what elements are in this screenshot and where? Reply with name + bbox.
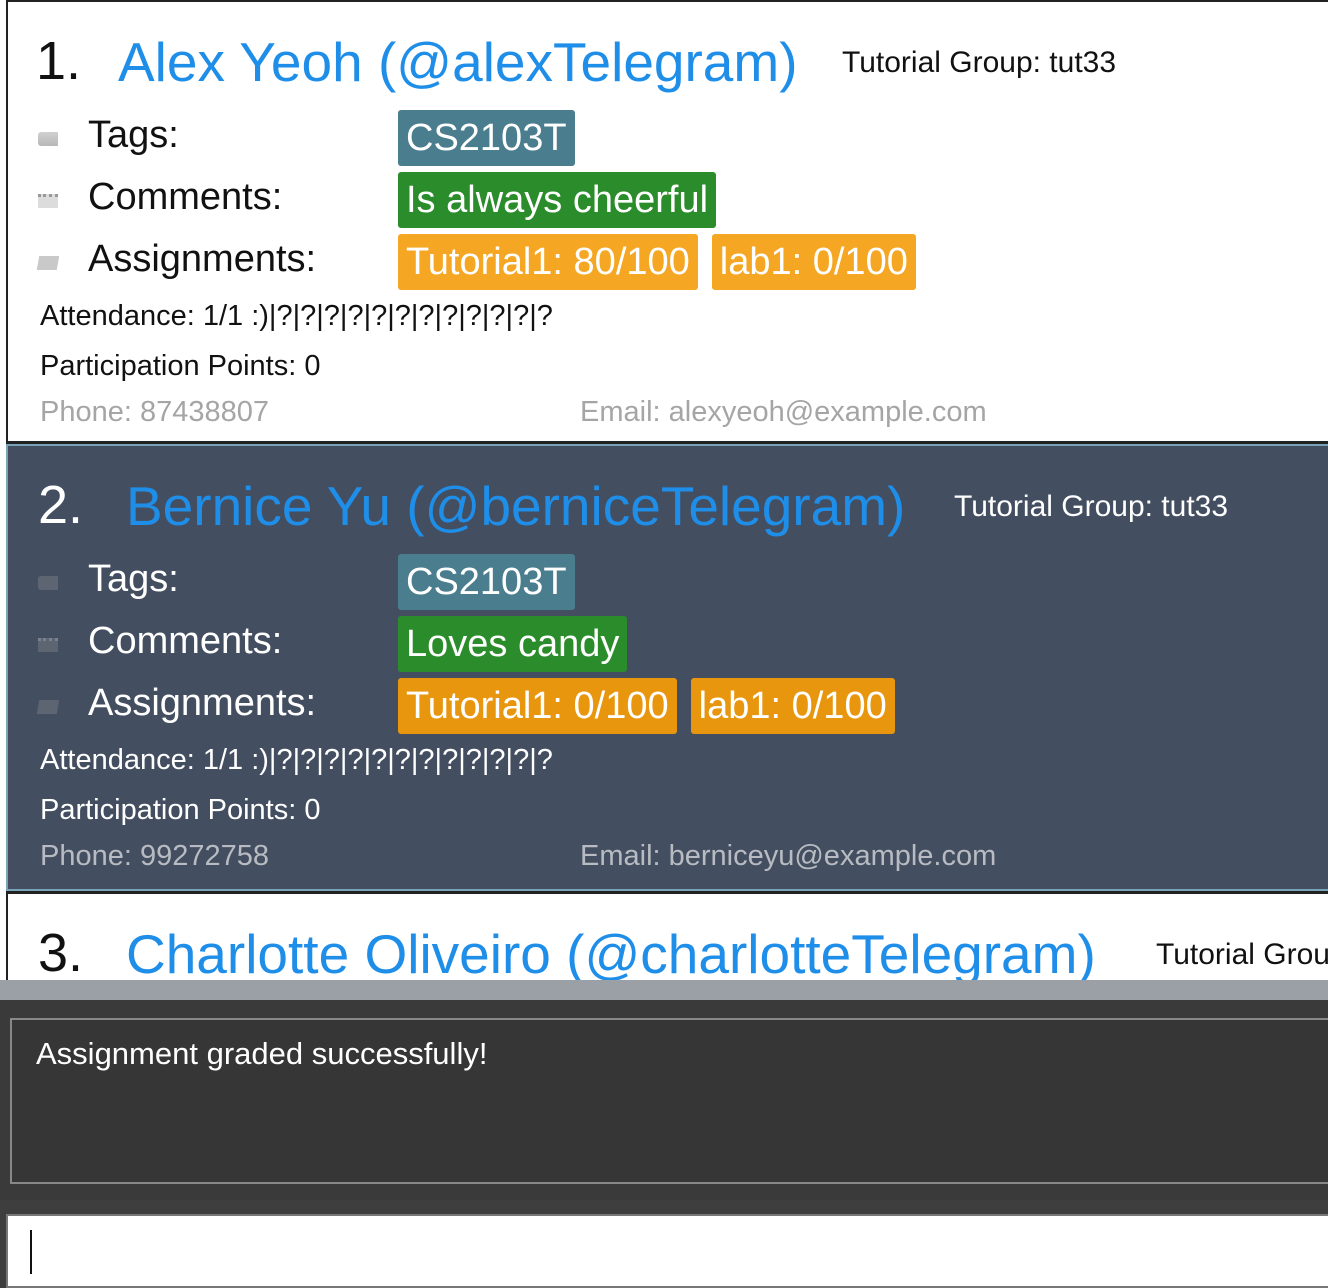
tag-chip: CS2103T	[398, 554, 575, 610]
person-name: Alex Yeoh (@alexTelegram)	[118, 31, 798, 93]
result-display: Assignment graded successfully!	[10, 1018, 1328, 1184]
assignment-chip: lab1: 0/100	[690, 678, 895, 734]
pencil-icon	[36, 700, 60, 714]
notepad-icon	[38, 638, 58, 652]
result-display-panel: Assignment graded successfully!	[0, 1000, 1328, 1200]
comments-label: Comments:	[88, 176, 283, 218]
tags-label: Tags:	[88, 114, 179, 156]
participation-text: Participation Points: 0	[40, 794, 321, 826]
person-name: Bernice Yu (@berniceTelegram)	[126, 475, 906, 537]
participation-text: Participation Points: 0	[40, 350, 321, 382]
tutorial-group: Tutorial Group: tut33	[842, 46, 1117, 79]
email-text: Email: alexyeoh@example.com	[580, 396, 987, 428]
person-list[interactable]: 1. Alex Yeoh (@alexTelegram) Tutorial Gr…	[0, 0, 1328, 980]
attendance-text: Attendance: 1/1 :)|?|?|?|?|?|?|?|?|?|?|?…	[40, 300, 553, 332]
person-card[interactable]: 1. Alex Yeoh (@alexTelegram) Tutorial Gr…	[6, 0, 1328, 444]
comment-chip: Is always cheerful	[398, 172, 717, 228]
person-card-selected[interactable]: 2. Bernice Yu (@berniceTelegram) Tutoria…	[6, 444, 1328, 891]
tags-label: Tags:	[88, 558, 179, 600]
command-input[interactable]	[6, 1214, 1328, 1288]
person-name: Charlotte Oliveiro (@charlotteTelegram)	[126, 923, 1096, 980]
attendance-text: Attendance: 1/1 :)|?|?|?|?|?|?|?|?|?|?|?…	[40, 744, 553, 776]
comments-label: Comments:	[88, 620, 283, 662]
split-divider[interactable]	[0, 980, 1328, 1000]
notepad-icon	[38, 194, 58, 208]
text-caret	[30, 1230, 32, 1274]
comment-chip: Loves candy	[398, 616, 628, 672]
assignment-chip: Tutorial1: 0/100	[398, 678, 677, 734]
tutorial-group: Tutorial Grou	[1156, 938, 1328, 971]
tag-icon	[38, 576, 58, 590]
tag-chip: CS2103T	[398, 110, 575, 166]
assignments-label: Assignments:	[88, 682, 317, 724]
assignment-chip: Tutorial1: 80/100	[398, 234, 698, 290]
person-index: 1.	[36, 31, 82, 91]
assignment-chip: lab1: 0/100	[711, 234, 916, 290]
email-text: Email: berniceyu@example.com	[580, 840, 997, 872]
person-card[interactable]: 3. Charlotte Oliveiro (@charlotteTelegra…	[6, 891, 1328, 980]
assignments-label: Assignments:	[88, 238, 317, 280]
tutorial-group: Tutorial Group: tut33	[954, 490, 1229, 523]
pencil-icon	[36, 256, 60, 270]
person-index: 3.	[38, 923, 84, 980]
person-index: 2.	[38, 475, 84, 535]
phone-text: Phone: 87438807	[40, 396, 269, 428]
command-box-panel	[0, 1200, 1328, 1288]
result-message: Assignment graded successfully!	[36, 1036, 488, 1071]
phone-text: Phone: 99272758	[40, 840, 269, 872]
tag-icon	[38, 132, 58, 146]
